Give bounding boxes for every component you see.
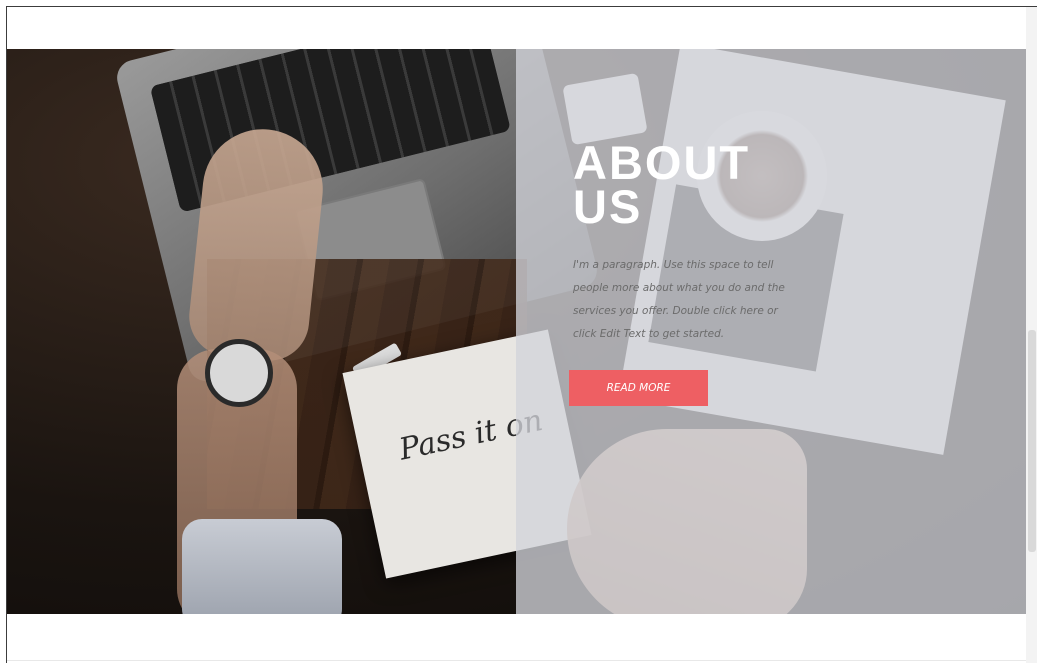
about-title: ABOUT US [573, 136, 751, 233]
scrollbar-thumb[interactable] [1028, 330, 1036, 552]
read-more-button[interactable]: READ MORE [569, 370, 708, 406]
about-paragraph: I'm a paragraph. Use this space to tell … [573, 259, 785, 340]
shirt-sleeve [182, 519, 342, 614]
wristwatch [205, 339, 273, 407]
about-hero-section: Pass it on [7, 49, 1026, 614]
divider [7, 660, 1026, 661]
